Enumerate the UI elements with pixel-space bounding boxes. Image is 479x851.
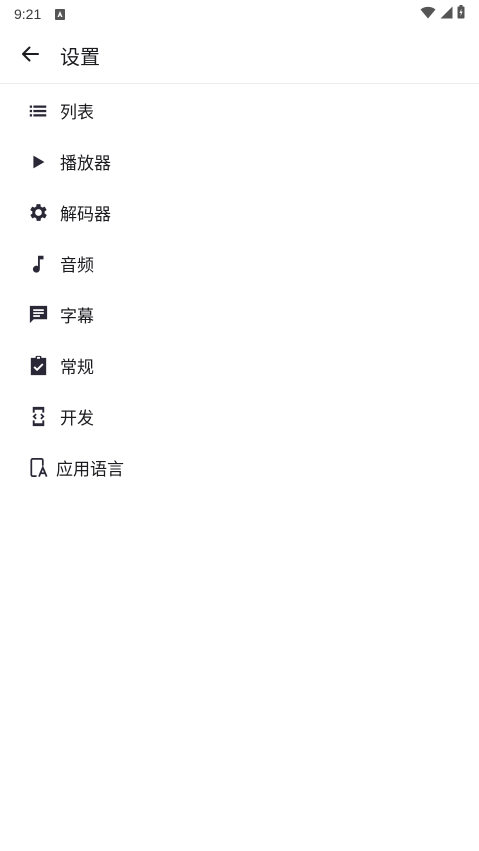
settings-item-developer[interactable]: 开发	[0, 391, 479, 442]
arrow-back-icon	[20, 44, 40, 68]
settings-item-label: 应用语言	[56, 460, 124, 480]
notification-a-icon	[55, 8, 66, 20]
settings-item-decoder[interactable]: 解码器	[0, 187, 479, 238]
settings-item-player[interactable]: 播放器	[0, 136, 479, 187]
settings-item-label: 列表	[60, 103, 94, 123]
settings-item-label: 解码器	[60, 205, 111, 225]
back-button[interactable]	[15, 41, 45, 71]
top-app-bar: 设置	[0, 28, 479, 84]
settings-item-label: 常规	[60, 358, 94, 378]
clipboard-check-icon	[26, 354, 50, 378]
settings-item-general[interactable]: 常规	[0, 340, 479, 391]
page-title: 设置	[60, 45, 100, 69]
settings-item-list[interactable]: 列表	[0, 85, 479, 136]
cell-signal-icon	[440, 6, 453, 23]
status-time: 9:21	[14, 6, 42, 22]
list-icon	[26, 99, 50, 123]
battery-icon	[457, 5, 465, 23]
settings-item-label: 播放器	[60, 154, 111, 174]
settings-item-label: 开发	[60, 409, 94, 429]
settings-list: 列表 播放器 解码器 音频 字幕 常规 开发 应用语言	[0, 85, 479, 493]
settings-item-app-language[interactable]: 应用语言	[0, 442, 479, 493]
developer-mode-icon	[26, 405, 50, 429]
wifi-icon	[420, 6, 436, 23]
music-note-icon	[26, 252, 50, 276]
play-icon	[26, 150, 50, 174]
status-bar: 9:21	[0, 0, 479, 28]
app-language-icon	[26, 456, 50, 480]
gear-icon	[26, 201, 50, 225]
subtitle-icon	[26, 303, 50, 327]
settings-item-audio[interactable]: 音频	[0, 238, 479, 289]
settings-item-label: 音频	[60, 256, 94, 276]
settings-item-subtitles[interactable]: 字幕	[0, 289, 479, 340]
settings-item-label: 字幕	[60, 307, 94, 327]
